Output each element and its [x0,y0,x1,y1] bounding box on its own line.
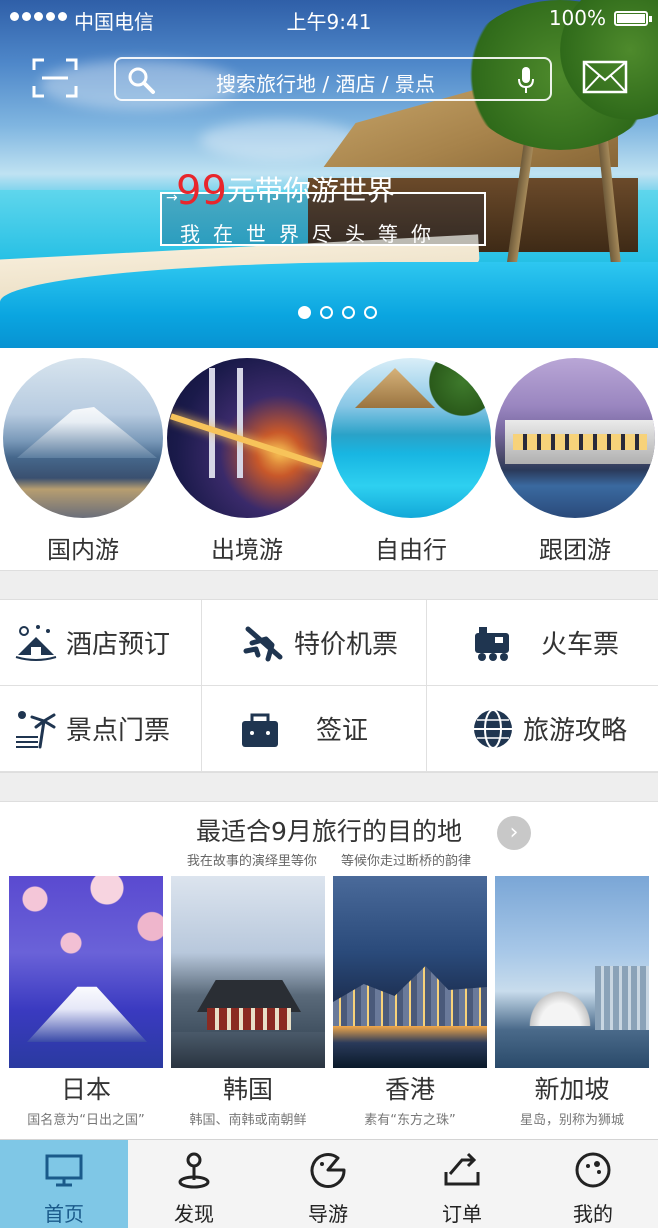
mail-icon[interactable] [582,60,628,94]
tab-label: 发现 [174,1202,214,1226]
category-label: 自由行 [375,536,447,564]
globe-icon [474,708,512,749]
section-divider [0,772,658,802]
destination-desc: 国名意为“日出之国” [27,1113,145,1128]
service-guide[interactable]: 旅游攻略 [427,686,658,772]
promo-number: 99 [176,168,227,214]
tab-label: 我的 [573,1202,613,1226]
destination-photo [495,876,649,1068]
tab-label: 订单 [442,1202,482,1226]
destination-card-hongkong[interactable]: 香港 素有“东方之珠” [333,876,487,1128]
carousel-dot[interactable] [298,306,311,319]
scan-icon[interactable] [32,58,78,98]
order-icon [444,1152,480,1186]
category-row: 国内游 出境游 自由行 跟团游 [0,348,658,570]
service-label: 酒店预订 [66,630,171,660]
destination-desc: 星岛，别称为狮城 [519,1113,624,1128]
attraction-icon [16,710,56,748]
promo-subline: 我在世界尽头等你 [180,222,444,246]
category-label: 出境游 [211,536,283,564]
pool [0,262,658,348]
tab-bar: 首页 发现 导游 订单 我的 [0,1139,658,1228]
destination-name: 新加坡 [534,1075,610,1104]
airplane-icon [243,626,283,661]
category-image [3,358,163,518]
carousel-indicator[interactable] [298,306,377,319]
service-label: 特价机票 [294,630,399,660]
microphone-icon[interactable] [516,66,536,94]
battery-icon [614,11,652,26]
service-label: 签证 [316,716,369,746]
section-title: 最适合9月旅行的目的地 [196,817,462,846]
location-pin-icon [178,1152,210,1189]
carousel-dot[interactable] [364,306,377,319]
destination-name: 日本 [60,1075,111,1104]
destination-card-singapore[interactable]: 新加坡 星岛，别称为狮城 [495,876,649,1128]
service-tickets[interactable]: 景点门票 [0,686,202,772]
destination-card-korea[interactable]: 韩国 韩国、南韩或南朝鲜 [171,876,325,1128]
battery-percent: 100% [548,6,606,30]
service-flight[interactable]: 特价机票 [202,600,427,686]
destination-photo [333,876,487,1068]
category-independent[interactable]: 自由行 [331,358,491,564]
destination-card-japan[interactable]: 日本 国名意为“日出之国” [9,876,163,1128]
monitor-icon [45,1154,83,1187]
service-label: 旅游攻略 [523,716,628,746]
tab-profile[interactable]: 我的 [528,1140,658,1228]
service-label: 景点门票 [66,716,171,746]
service-label: 火车票 [541,630,620,660]
visa-bag-icon [242,713,278,747]
tab-home[interactable]: 首页 [0,1140,128,1228]
train-icon [475,626,509,661]
destination-desc: 韩国、南韩或南朝鲜 [189,1113,307,1128]
profile-icon [575,1152,611,1188]
promo-headline-text: 元带你游世界 [226,174,395,207]
category-label: 国内游 [47,536,119,564]
category-image [167,358,327,518]
search-icon [128,67,155,94]
service-hotel[interactable]: 酒店预订 [0,600,202,686]
service-visa[interactable]: 签证 [202,686,427,772]
destination-name: 香港 [384,1075,435,1104]
destination-photo [171,876,325,1068]
tab-label: 导游 [308,1202,348,1226]
category-image [331,358,491,518]
promo-banner[interactable]: → 99元带你游世界 我在世界尽头等你 [160,160,490,250]
tab-orders[interactable]: 订单 [396,1140,528,1228]
status-bar: 中国电信 上午9:41 100% [0,0,658,38]
section-divider [0,570,658,600]
category-image [495,358,655,518]
tab-label: 首页 [44,1202,84,1226]
destination-desc: 素有“东方之珠” [364,1113,456,1128]
search-placeholder: 搜索旅行地 / 酒店 / 景点 [216,72,435,96]
hotel-icon [15,624,57,661]
chevron-right-icon[interactable]: › [497,816,531,850]
service-train[interactable]: 火车票 [427,600,658,686]
category-outbound[interactable]: 出境游 [167,358,327,564]
section-subtitle: 我在故事的演绎里等你 等候你走过断桥的韵律 [186,854,472,869]
guide-icon [310,1153,346,1188]
tab-discover[interactable]: 发现 [128,1140,260,1228]
destination-photo [9,876,163,1068]
carousel-dot[interactable] [342,306,355,319]
category-domestic[interactable]: 国内游 [3,358,163,564]
promo-headline: 99元带你游世界 [176,164,395,214]
category-label: 跟团游 [539,536,611,564]
search-bar[interactable]: 搜索旅行地 / 酒店 / 景点 [114,57,552,101]
hero-banner[interactable]: 中国电信 上午9:41 100% 搜索旅行地 / 酒店 / 景点 → 99元带你… [0,0,658,348]
carousel-dot[interactable] [320,306,333,319]
category-group[interactable]: 跟团游 [495,358,655,564]
service-grid: 酒店预订 特价机票 火车票 景点门票 签证 旅游攻略 [0,600,658,772]
destination-name: 韩国 [222,1075,273,1104]
destinations-section: 最适合9月旅行的目的地 › 我在故事的演绎里等你 等候你走过断桥的韵律 日本 国… [0,802,658,1138]
tab-guide[interactable]: 导游 [260,1140,396,1228]
